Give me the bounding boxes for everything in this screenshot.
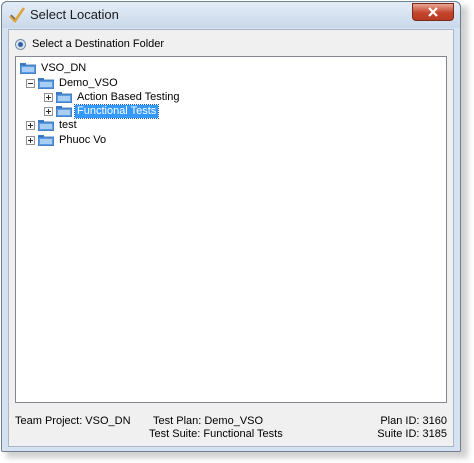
tree-label-functional-tests: Functional Tests xyxy=(73,103,160,119)
tree-node-functional-tests[interactable]: Functional Tests xyxy=(44,103,160,119)
folder-tree[interactable]: VSO_DN Demo_VSO Action Based Testing Fun… xyxy=(15,56,447,403)
test-suite-text: Test Suite: Functional Tests xyxy=(149,428,283,440)
tree-label-root: VSO_DN xyxy=(41,61,87,74)
select-location-dialog: Select Location Select a Destination Fol… xyxy=(1,1,461,452)
tree-label-project: Demo_VSO xyxy=(59,76,118,89)
suite-id-text: Suite ID: 3185 xyxy=(377,428,447,440)
tree-node-project[interactable]: Demo_VSO xyxy=(26,76,120,90)
folder-icon xyxy=(38,120,54,131)
tree-node-action-based-testing[interactable]: Action Based Testing xyxy=(44,90,182,104)
title-bar[interactable]: Select Location xyxy=(2,2,460,28)
tree-node-phuoc-vo[interactable]: Phuoc Vo xyxy=(26,133,108,147)
destination-radio-row[interactable]: Select a Destination Folder xyxy=(15,38,164,50)
close-icon xyxy=(428,7,438,17)
tree-node-root[interactable]: VSO_DN xyxy=(20,61,88,75)
collapse-expander[interactable] xyxy=(26,78,35,88)
expand-expander[interactable] xyxy=(44,106,53,116)
expand-expander[interactable] xyxy=(26,120,35,130)
folder-icon xyxy=(38,135,54,146)
folder-icon xyxy=(20,63,36,74)
plan-id-text: Plan ID: 3160 xyxy=(380,415,447,427)
close-button[interactable] xyxy=(412,3,454,21)
dialog-body: Select a Destination Folder VSO_DN Demo_… xyxy=(8,29,454,447)
expand-expander[interactable] xyxy=(44,92,53,102)
tree-node-test[interactable]: test xyxy=(26,118,79,132)
team-project-text: Team Project: VSO_DN xyxy=(15,415,131,427)
window-title: Select Location xyxy=(30,7,119,22)
folder-icon xyxy=(56,92,72,103)
expand-expander[interactable] xyxy=(26,135,35,145)
destination-radio-label: Select a Destination Folder xyxy=(32,38,165,50)
folder-icon xyxy=(38,78,54,89)
tree-label-action-based-testing: Action Based Testing xyxy=(77,90,180,103)
destination-radio[interactable] xyxy=(15,38,26,50)
tree-label-phuoc-vo: Phuoc Vo xyxy=(59,133,107,146)
checkmark-icon xyxy=(9,7,26,23)
tree-label-test: test xyxy=(59,118,77,131)
test-plan-text: Test Plan: Demo_VSO xyxy=(153,415,264,427)
folder-icon xyxy=(56,106,72,117)
